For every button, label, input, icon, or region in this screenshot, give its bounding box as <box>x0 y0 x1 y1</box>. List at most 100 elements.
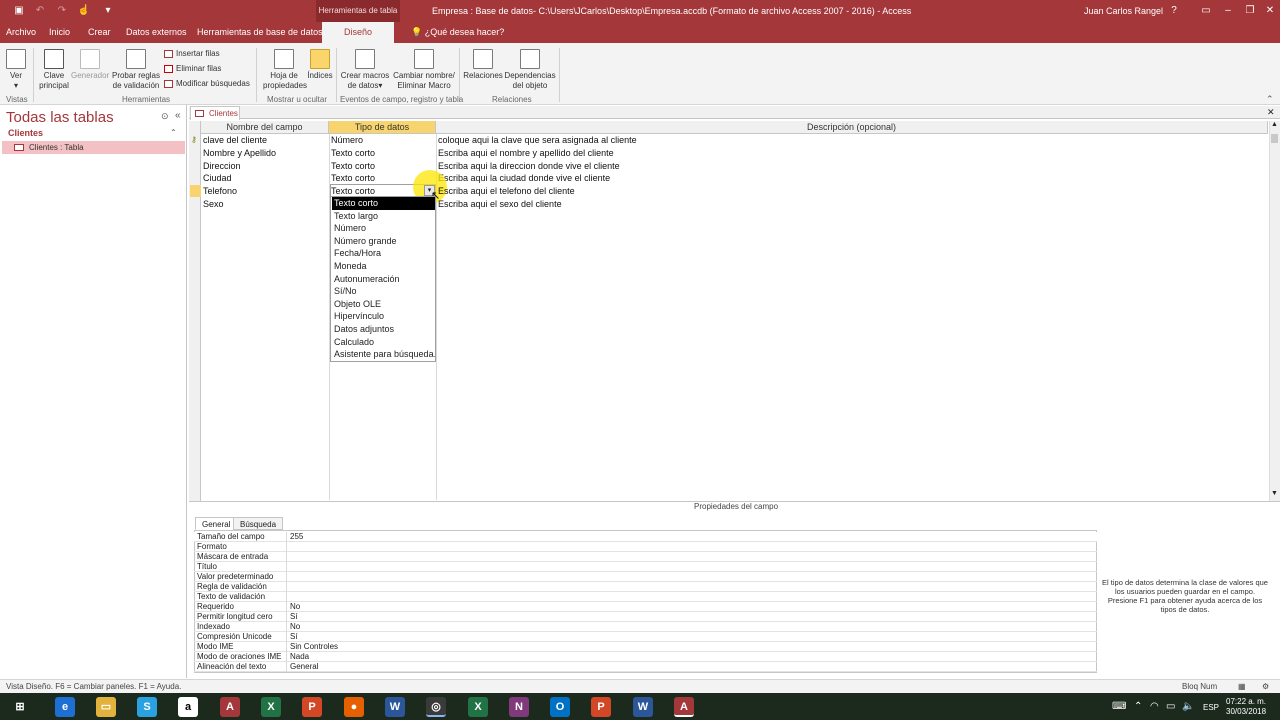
tab-datos-externos[interactable]: Datos externos <box>126 22 187 43</box>
property-row[interactable]: Título <box>194 562 1097 572</box>
volume-icon[interactable]: 🔈 <box>1182 701 1194 712</box>
nav-section-clientes[interactable]: Clientes <box>8 128 43 138</box>
view-button[interactable]: Ver ▾ <box>4 49 28 91</box>
shutter-bar-icon[interactable]: « <box>175 110 181 121</box>
scroll-down-icon[interactable]: ▼ <box>1271 490 1278 497</box>
property-row[interactable]: Formato <box>194 542 1097 552</box>
description-cell[interactable]: Escriba aqui el telefono del cliente <box>438 185 575 198</box>
property-value[interactable] <box>286 592 290 602</box>
description-cell[interactable]: Escriba aqui el sexo del cliente <box>438 198 562 211</box>
property-value[interactable] <box>286 582 290 592</box>
tab-diseno[interactable]: Diseño <box>322 22 394 43</box>
clock[interactable]: 07:22 a. m. 30/03/2018 <box>1226 697 1266 717</box>
collapse-section-icon[interactable]: ⌃ <box>170 128 177 137</box>
property-row[interactable]: Valor predeterminado <box>194 572 1097 582</box>
property-row[interactable]: Alineación del texto General <box>194 662 1097 672</box>
description-cell[interactable]: Escriba aqui la ciudad donde vive el cli… <box>438 172 610 185</box>
modify-lookups-button[interactable]: Modificar búsquedas <box>164 79 250 88</box>
firefox-icon[interactable]: ● <box>344 697 364 717</box>
description-cell[interactable]: Escriba aqui el nombre y apellido del cl… <box>438 147 614 160</box>
property-value[interactable]: Sin Controles <box>286 642 338 652</box>
property-row[interactable]: Requerido No <box>194 602 1097 612</box>
property-value[interactable]: No <box>286 622 300 632</box>
word-icon[interactable]: W <box>385 697 405 717</box>
outlook-icon[interactable]: O <box>550 697 570 717</box>
field-name-cell[interactable]: Sexo <box>203 198 224 211</box>
property-row[interactable]: Regla de validación <box>194 582 1097 592</box>
grid-scrollbar[interactable] <box>1269 121 1280 501</box>
field-name-cell[interactable]: Nombre y Apellido <box>203 147 276 160</box>
skype-icon[interactable]: S <box>137 697 157 717</box>
amazon-icon[interactable]: a <box>178 697 198 717</box>
wifi-icon[interactable]: ◠ <box>1150 701 1159 712</box>
start-icon[interactable]: ⊞ <box>10 697 30 717</box>
tab-archivo[interactable]: Archivo <box>6 22 36 43</box>
excel-icon[interactable]: X <box>468 697 488 717</box>
property-value[interactable]: Sí <box>286 632 298 642</box>
dropdown-option[interactable]: Hipervínculo <box>332 310 435 323</box>
property-value[interactable]: General <box>286 662 318 672</box>
excel-icon[interactable]: X <box>261 697 281 717</box>
dropdown-option[interactable]: Autonumeración <box>332 273 435 286</box>
close-document-icon[interactable]: ✕ <box>1267 107 1275 118</box>
save-icon[interactable]: ▣ <box>11 3 27 19</box>
property-sheet-button[interactable]: Hoja de propiedades <box>263 49 307 91</box>
rename-delete-macro-button[interactable]: Cambiar nombre/ Eliminar Macro <box>391 49 457 91</box>
property-row[interactable]: Modo IME Sin Controles <box>194 642 1097 652</box>
dropdown-option[interactable]: Datos adjuntos <box>332 323 435 336</box>
tab-busqueda[interactable]: Búsqueda <box>233 517 284 530</box>
dropdown-option[interactable]: Asistente para búsqueda... <box>332 348 435 361</box>
ribbon-display-icon[interactable]: ▭ <box>1198 3 1214 19</box>
restore-icon[interactable]: ❐ <box>1242 3 1258 19</box>
indexes-button[interactable]: Índices <box>306 49 334 81</box>
dropdown-option[interactable]: Fecha/Hora <box>332 247 435 260</box>
display-icon[interactable]: ▭ <box>1166 701 1175 712</box>
relationships-button[interactable]: Relaciones <box>462 49 504 81</box>
keyboard-icon[interactable]: ⌨ <box>1112 701 1126 712</box>
dropdown-option[interactable]: Moneda <box>332 260 435 273</box>
dropdown-option[interactable]: Sí/No <box>332 285 435 298</box>
nav-item-clientes-table[interactable]: Clientes : Tabla <box>2 141 185 154</box>
object-dependencies-button[interactable]: Dependencias del objeto <box>504 49 556 91</box>
access-icon[interactable]: A <box>220 697 240 717</box>
word-icon[interactable]: W <box>633 697 653 717</box>
touch-mode-icon[interactable]: ☝ <box>76 3 92 19</box>
property-row[interactable]: Permitir longitud cero Sí <box>194 612 1097 622</box>
data-type-cell[interactable]: Texto corto <box>331 147 375 160</box>
tray-chevron-icon[interactable]: ⌃ <box>1134 701 1142 712</box>
delete-rows-button[interactable]: Eliminar filas <box>164 64 221 73</box>
close-icon[interactable]: ✕ <box>1262 3 1278 19</box>
tab-inicio[interactable]: Inicio <box>49 22 70 43</box>
property-row[interactable]: Texto de validación <box>194 592 1097 602</box>
create-data-macros-button[interactable]: Crear macros de datos▾ <box>340 49 390 91</box>
scroll-up-icon[interactable]: ▲ <box>1271 121 1278 128</box>
property-value[interactable] <box>286 572 290 582</box>
doc-tab-clientes[interactable]: Clientes <box>190 106 240 120</box>
minimize-icon[interactable]: – <box>1220 3 1236 19</box>
collapse-ribbon-icon[interactable]: ⌃ <box>1266 94 1274 105</box>
property-value[interactable]: Sí <box>286 612 298 622</box>
language-indicator[interactable]: ESP <box>1203 703 1219 712</box>
file-explorer-icon[interactable]: ▭ <box>96 697 116 717</box>
field-name-cell[interactable]: clave del cliente <box>203 134 267 147</box>
property-value[interactable]: Nada <box>286 652 309 662</box>
customize-toolbar-icon[interactable]: ▾ <box>100 3 116 19</box>
edge-icon[interactable]: e <box>55 697 75 717</box>
property-value[interactable] <box>286 562 290 572</box>
nav-menu-icon[interactable]: ⊙ <box>161 111 169 122</box>
dropdown-option[interactable]: Texto corto <box>332 197 435 210</box>
property-value[interactable]: 255 <box>286 532 303 542</box>
tab-crear[interactable]: Crear <box>88 22 111 43</box>
dropdown-option[interactable]: Calculado <box>332 336 435 349</box>
description-cell[interactable]: coloque aqui la clave que sera asignada … <box>438 134 637 147</box>
access-active-icon[interactable]: A <box>674 697 694 717</box>
property-row[interactable]: Compresión Unicode Sí <box>194 632 1097 642</box>
primary-key-button[interactable]: Clave principal <box>37 49 71 91</box>
property-row[interactable]: Modo de oraciones IME Nada <box>194 652 1097 662</box>
user-name[interactable]: Juan Carlos Rangel <box>1084 0 1163 22</box>
powerpoint-icon[interactable]: P <box>591 697 611 717</box>
dropdown-option[interactable]: Texto largo <box>332 210 435 223</box>
dropdown-option[interactable]: Número <box>332 222 435 235</box>
test-validation-button[interactable]: Probar reglas de validación <box>110 49 162 91</box>
dropdown-option[interactable]: Número grande <box>332 235 435 248</box>
